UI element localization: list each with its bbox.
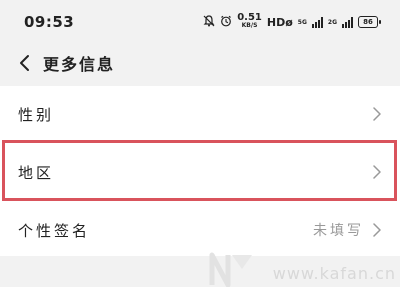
network-speed-value: 0.51 bbox=[237, 12, 262, 23]
network-speed-unit: KB/S bbox=[241, 22, 258, 29]
sim2-network: 2G bbox=[328, 19, 337, 26]
hd-voice-indicator: HDø bbox=[266, 15, 293, 29]
network-speed: 0.51 KB/S bbox=[237, 12, 262, 30]
chevron-right-icon bbox=[373, 107, 381, 121]
sim2-label: 2G bbox=[327, 18, 337, 26]
status-icons: 0.51 KB/S HDø 5G 2G 86 bbox=[203, 12, 381, 30]
setting-value: 未填写 bbox=[313, 223, 364, 239]
chevron-right-icon bbox=[373, 223, 381, 237]
highlight-annotation-box bbox=[2, 140, 397, 201]
sim1-label: 5G bbox=[297, 18, 307, 26]
setting-label: 性别 bbox=[18, 105, 55, 124]
sim1-network: 5G bbox=[298, 19, 307, 26]
chevron-left-icon bbox=[20, 55, 29, 71]
status-time: 09:53 bbox=[24, 13, 75, 31]
setting-label: 个性签名 bbox=[18, 221, 91, 240]
status-bar: 09:53 0.51 KB/S HDø 5G 2G 86 bbox=[0, 0, 400, 44]
watermark-logo-icon bbox=[209, 252, 252, 287]
battery-icon: 86 bbox=[358, 16, 381, 28]
back-button[interactable] bbox=[9, 48, 39, 78]
sim1-signal-icon bbox=[311, 16, 323, 28]
battery-level: 86 bbox=[363, 18, 373, 26]
page-title: 更多信息 bbox=[43, 55, 116, 74]
mute-bell-icon bbox=[203, 14, 215, 30]
watermark-text: www.kafan.cn bbox=[272, 264, 396, 283]
setting-row-gender[interactable]: 性别 bbox=[0, 86, 400, 142]
header-bar: 更多信息 bbox=[0, 44, 400, 82]
sim2-signal-icon bbox=[342, 16, 353, 28]
setting-row-signature[interactable]: 个性签名 未填写 bbox=[0, 202, 400, 258]
alarm-clock-icon bbox=[220, 15, 232, 30]
